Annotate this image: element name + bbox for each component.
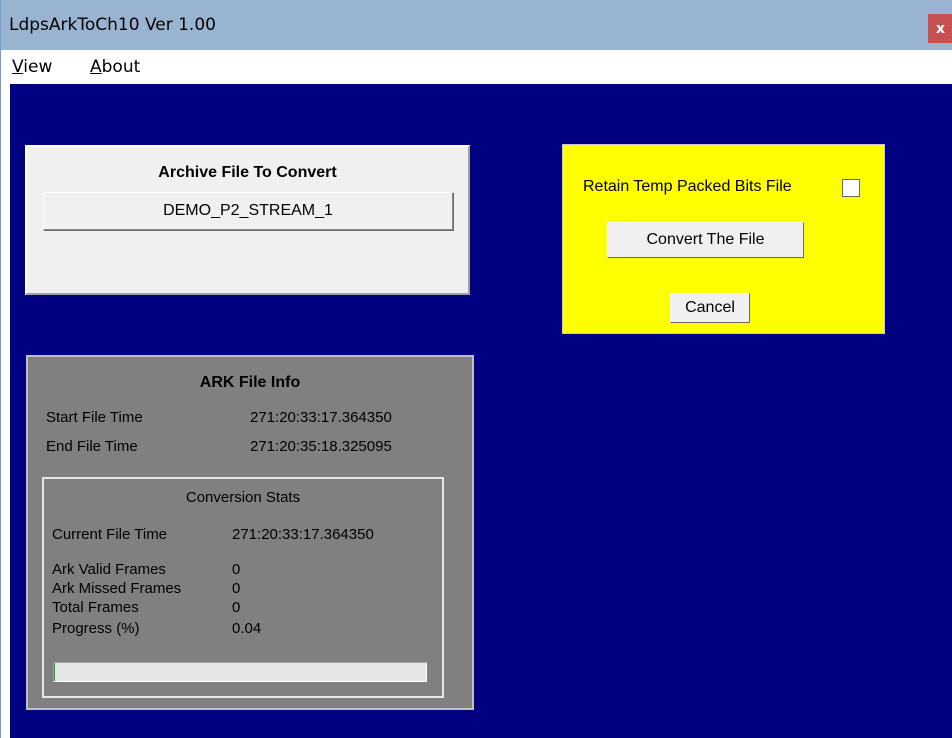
current-time-label: Current File Time xyxy=(52,526,168,543)
end-time-value: 271:20:35:18.325095 xyxy=(250,438,392,455)
progress-bar xyxy=(53,662,427,682)
valid-frames-value: 0 xyxy=(232,561,241,578)
conversion-stats-box: Conversion Stats Current File Time 271:2… xyxy=(42,477,444,698)
close-icon: x xyxy=(935,20,946,37)
menu-item-about[interactable]: About xyxy=(90,57,140,77)
total-frames-value: 0 xyxy=(232,599,241,616)
valid-frames-label: Ark Valid Frames xyxy=(52,561,166,578)
archive-file-button[interactable]: DEMO_P2_STREAM_1 xyxy=(43,192,453,230)
current-time-value: 271:20:33:17.364350 xyxy=(232,526,374,543)
menu-mnemonic: V xyxy=(12,57,24,77)
close-button[interactable]: x xyxy=(928,14,952,43)
missed-frames-value: 0 xyxy=(232,580,241,597)
start-time-label: Start File Time xyxy=(46,409,143,426)
menu-item-view[interactable]: View xyxy=(12,57,52,77)
title-bar[interactable]: LdpsArkToCh10 Ver 1.00 xyxy=(1,0,952,50)
conversion-stats-heading: Conversion Stats xyxy=(185,489,301,506)
retain-temp-label: Retain Temp Packed Bits File xyxy=(583,178,792,195)
application-window: LdpsArkToCh10 Ver 1.00 x View About Arch… xyxy=(0,0,952,738)
retain-temp-checkbox[interactable] xyxy=(842,179,860,197)
convert-file-button[interactable]: Convert The File xyxy=(607,222,804,258)
menu-bar: View About xyxy=(1,50,952,84)
archive-panel: Archive File To Convert DEMO_P2_STREAM_1 xyxy=(25,145,470,295)
start-time-value: 271:20:33:17.364350 xyxy=(250,409,392,426)
progress-value: 0.04 xyxy=(232,620,262,637)
progress-label: Progress (%) xyxy=(52,620,140,637)
cancel-button[interactable]: Cancel xyxy=(670,293,750,323)
archive-heading: Archive File To Convert xyxy=(158,164,337,181)
convert-panel: Retain Temp Packed Bits File Convert The… xyxy=(562,144,885,334)
end-time-label: End File Time xyxy=(46,438,138,455)
menu-mnemonic: A xyxy=(90,57,102,77)
window-title: LdpsArkToCh10 Ver 1.00 xyxy=(9,15,216,35)
total-frames-label: Total Frames xyxy=(52,599,139,616)
ark-info-heading: ARK File Info xyxy=(199,374,301,391)
missed-frames-label: Ark Missed Frames xyxy=(52,580,182,597)
ark-file-info-panel: ARK File Info Start File Time 271:20:33:… xyxy=(26,355,474,710)
